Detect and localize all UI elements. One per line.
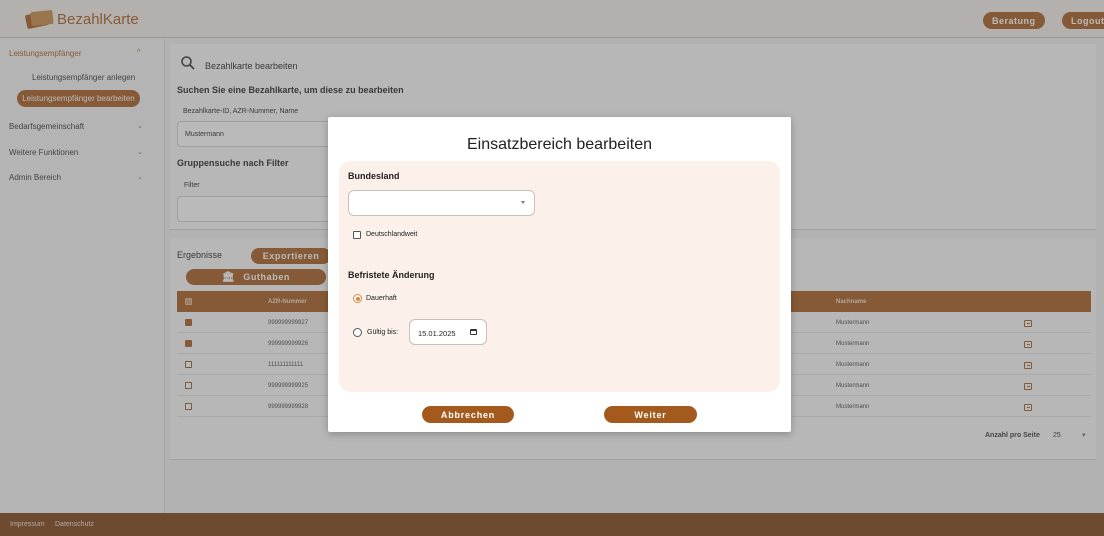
dauerhaft-radio[interactable]	[353, 294, 362, 303]
gueltig-bis-label: Gültig bis:	[367, 329, 399, 336]
einsatzbereich-dialog: Einsatzbereich bearbeiten Bundesland Deu…	[328, 117, 791, 432]
deutschlandweit-label: Deutschlandweit	[366, 231, 418, 238]
dialog-title: Einsatzbereich bearbeiten	[466, 136, 652, 153]
weiter-button[interactable]: Weiter	[604, 406, 697, 423]
bundesland-label: Bundesland	[348, 171, 400, 181]
cancel-button[interactable]: Abbrechen	[422, 406, 514, 423]
dialog-panel: Bundesland Deutschlandweit Befristete Än…	[339, 161, 780, 392]
befristete-label: Befristete Änderung	[348, 270, 435, 280]
gueltig-bis-date-input[interactable]: 15.01.2025	[409, 319, 487, 345]
bundesland-select[interactable]	[348, 190, 535, 216]
deutschlandweit-checkbox[interactable]	[353, 231, 361, 239]
calendar-icon[interactable]	[470, 329, 477, 335]
chevron-down-icon	[521, 201, 525, 204]
dauerhaft-label: Dauerhaft	[366, 295, 397, 302]
gueltig-bis-radio[interactable]	[353, 328, 362, 337]
